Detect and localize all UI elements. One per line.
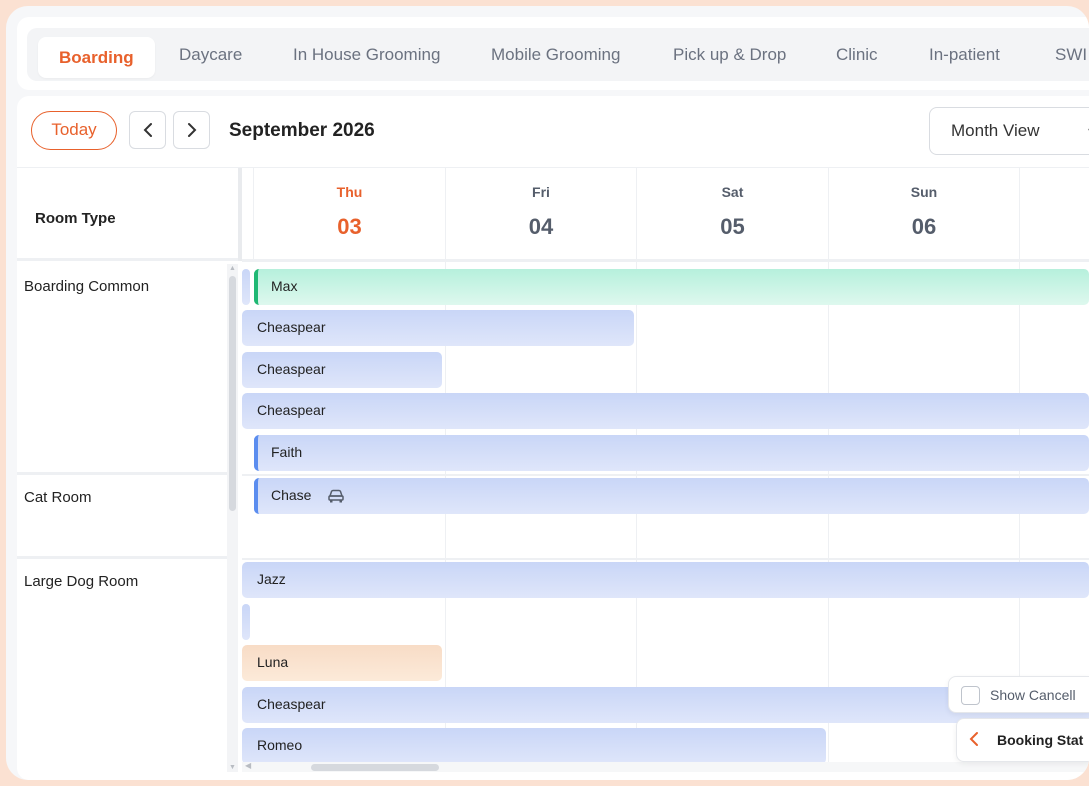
room-row-boarding-common: Boarding Common bbox=[17, 264, 227, 475]
view-select[interactable]: Month View ▾ bbox=[929, 107, 1089, 155]
horizontal-scrollbar[interactable]: ◀ bbox=[242, 761, 1089, 772]
room-row-cat-room: Cat Room bbox=[17, 475, 227, 559]
day-header-dow: Sun bbox=[910, 184, 938, 200]
scroll-down-icon[interactable]: ▼ bbox=[229, 764, 236, 771]
room-label: Cat Room bbox=[24, 489, 92, 506]
booking-bar[interactable]: Cheaspear bbox=[242, 310, 634, 346]
today-button[interactable]: Today bbox=[31, 111, 117, 150]
vertical-scroll-thumb[interactable] bbox=[229, 276, 236, 511]
booking-bar[interactable]: Faith bbox=[254, 435, 1089, 471]
booking-bar-sliver[interactable] bbox=[242, 604, 250, 640]
header-separator bbox=[238, 168, 242, 261]
day-header-dow: Fri bbox=[532, 184, 550, 200]
day-header-num: 03 bbox=[337, 214, 362, 239]
day-header-num: 04 bbox=[528, 214, 554, 239]
day-header-fri[interactable]: Fri 04 bbox=[445, 168, 636, 261]
room-type-header: Room Type bbox=[17, 168, 238, 261]
show-cancelled-toggle[interactable]: Show Cancell bbox=[948, 676, 1089, 713]
booking-bar[interactable]: Cheaspear bbox=[242, 393, 1089, 429]
chevron-right-icon bbox=[187, 123, 196, 137]
booking-bar[interactable]: Max bbox=[254, 269, 1089, 305]
tab-in-house-grooming[interactable]: In House Grooming bbox=[293, 34, 440, 75]
day-header-dow: Sat bbox=[721, 184, 744, 200]
tab-clinic[interactable]: Clinic bbox=[836, 34, 878, 75]
tab-pickup-drop[interactable]: Pick up & Drop bbox=[673, 34, 786, 75]
scroll-up-icon[interactable]: ▲ bbox=[229, 265, 236, 272]
calendar-panel: Today September 2026 Month View ▾ Room T… bbox=[17, 96, 1089, 780]
day-header-dow: Thu bbox=[336, 184, 363, 200]
tab-daycare[interactable]: Daycare bbox=[179, 34, 242, 75]
day-header-sun[interactable]: Sun 06 bbox=[828, 168, 1019, 261]
app-frame: Boarding Daycare In House Grooming Mobil… bbox=[6, 6, 1089, 780]
booking-bar[interactable]: Chase bbox=[254, 478, 1089, 514]
tab-swi[interactable]: SWI bbox=[1055, 34, 1087, 75]
booking-bar-sliver[interactable] bbox=[242, 269, 250, 305]
room-label: Large Dog Room bbox=[24, 573, 139, 590]
car-icon bbox=[328, 490, 345, 503]
booking-status-label: Booking Stat bbox=[997, 732, 1084, 748]
booking-bar[interactable]: Luna bbox=[242, 645, 442, 681]
day-header-num: 05 bbox=[720, 214, 745, 239]
day-header-next bbox=[1019, 168, 1089, 261]
day-header-num: 06 bbox=[911, 214, 937, 239]
view-select-value: Month View bbox=[951, 121, 1040, 140]
vertical-scrollbar[interactable]: ▲ ▼ bbox=[227, 264, 238, 772]
chevron-left-icon bbox=[143, 123, 152, 137]
booking-bar[interactable]: Romeo bbox=[242, 728, 826, 764]
tab-mobile-grooming[interactable]: Mobile Grooming bbox=[491, 34, 620, 75]
show-cancelled-label: Show Cancell bbox=[990, 687, 1076, 703]
service-tab-bar: Boarding Daycare In House Grooming Mobil… bbox=[17, 17, 1089, 90]
next-month-button[interactable] bbox=[173, 111, 210, 149]
header-divider bbox=[242, 259, 1089, 262]
calendar-toolbar: Today September 2026 Month View ▾ bbox=[17, 96, 1089, 168]
day-header-sat[interactable]: Sat 05 bbox=[636, 168, 828, 261]
horizontal-scroll-thumb[interactable] bbox=[311, 764, 439, 771]
scroll-left-icon[interactable]: ◀ bbox=[245, 761, 251, 770]
prev-month-button[interactable] bbox=[129, 111, 166, 149]
booking-bar[interactable]: Cheaspear bbox=[242, 352, 442, 388]
chevron-left-icon bbox=[969, 732, 978, 746]
month-title: September 2026 bbox=[229, 120, 375, 141]
booking-bar-label: Chase bbox=[271, 487, 312, 503]
day-header-thu[interactable]: Thu 03 bbox=[253, 168, 445, 261]
booking-status-panel[interactable]: Booking Stat bbox=[956, 718, 1089, 762]
room-row-large-dog-room: Large Dog Room bbox=[17, 559, 227, 772]
room-label: Boarding Common bbox=[24, 278, 150, 295]
booking-bar[interactable]: Jazz bbox=[242, 562, 1089, 598]
row-divider bbox=[242, 558, 1089, 560]
show-cancelled-checkbox[interactable] bbox=[961, 686, 980, 705]
row-divider bbox=[242, 474, 1089, 476]
tab-in-patient[interactable]: In-patient bbox=[929, 34, 1000, 75]
tab-strip: Boarding Daycare In House Grooming Mobil… bbox=[27, 28, 1089, 81]
tab-boarding[interactable]: Boarding bbox=[38, 37, 155, 78]
room-type-header-label: Room Type bbox=[35, 210, 116, 227]
